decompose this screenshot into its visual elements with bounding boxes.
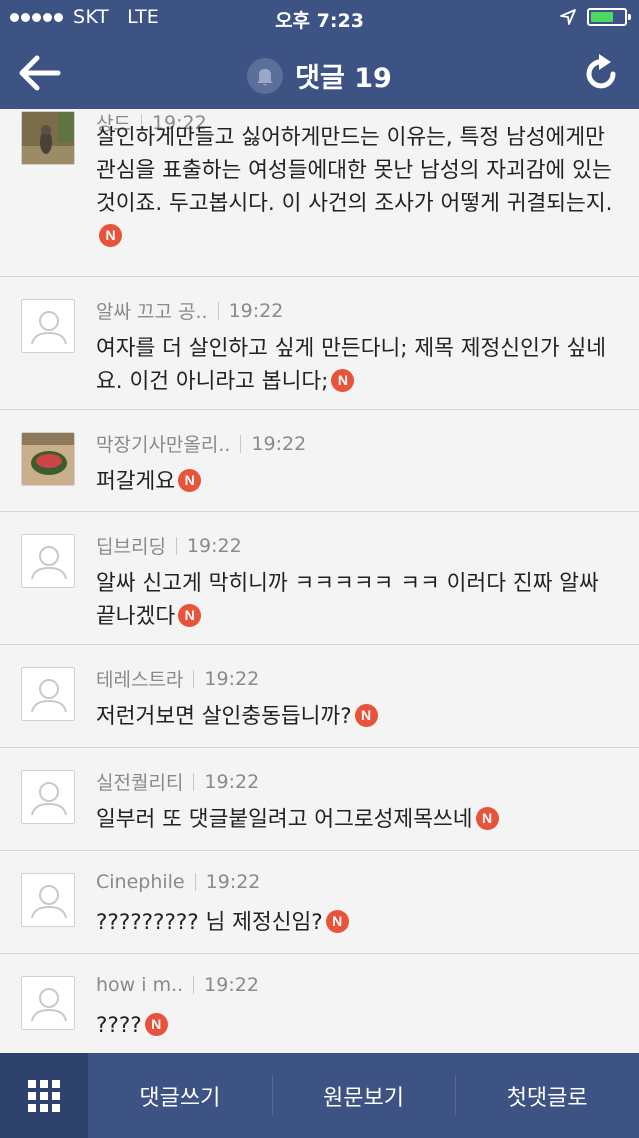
avatar[interactable]: [21, 299, 75, 353]
avatar[interactable]: [21, 534, 75, 588]
menu-grid-button[interactable]: [0, 1053, 88, 1138]
new-badge: N: [178, 468, 202, 492]
avatar[interactable]: [21, 667, 75, 721]
battery-icon: [587, 8, 631, 26]
status-time: 오후 7:23: [275, 10, 364, 32]
comment-time: 19:22: [204, 770, 260, 793]
status-bar: SKT LTE 오후 7:23: [0, 0, 639, 36]
comment-item: 막장기사만올리.. 19:22 퍼갈게요 N: [0, 410, 639, 512]
comment-item: 상드 19:22 살인하게만들고 싫어하게만드는 이유는, 특정 남성에게만 관심…: [0, 109, 639, 277]
comment-author[interactable]: 실전퀄리티: [96, 768, 183, 795]
comment-item: 딥브리딩 19:22 알싸 신고게 막히니까 ㅋㅋㅋㅋㅋ ㅋㅋ 이러다 진짜 알싸…: [0, 512, 639, 645]
bottom-toolbar: 댓글쓰기 원문보기 첫댓글로: [0, 1053, 639, 1138]
comment-item: Cinephile 19:22 ????????? 님 제정신임? N: [0, 851, 639, 954]
comment-author[interactable]: 알싸 끄고 공..: [96, 297, 208, 324]
comment-time: 19:22: [186, 534, 242, 557]
view-original-button[interactable]: 원문보기: [271, 1053, 456, 1138]
grid-icon: [28, 1079, 60, 1112]
comment-text: 일부러 또 댓글붙일려고 어그로성제목쓰네: [96, 807, 473, 832]
comment-text: ????: [96, 1013, 142, 1038]
comment-author[interactable]: how i m..: [96, 974, 183, 996]
page-title: 댓글 19: [295, 63, 392, 94]
comment-text: 저런거보면 살인충동듭니까?: [96, 704, 352, 729]
refresh-icon[interactable]: [583, 50, 621, 96]
comment-time: 19:22: [228, 299, 284, 322]
comment-time: 19:22: [204, 974, 259, 996]
app-header: SKT LTE 오후 7:23 댓글 19: [0, 0, 639, 109]
comment-author[interactable]: 막장기사만올리..: [96, 430, 230, 457]
new-badge: N: [178, 603, 202, 627]
new-badge: N: [99, 223, 122, 247]
new-badge: N: [475, 806, 499, 830]
comment-time: 19:22: [204, 667, 260, 690]
comment-text: ????????? 님 제정신임?: [96, 910, 323, 935]
location-arrow-icon: [560, 9, 576, 25]
avatar[interactable]: [21, 770, 75, 824]
first-comment-button[interactable]: 첫댓글로: [455, 1053, 639, 1138]
comment-text: 퍼갈게요: [96, 469, 176, 494]
comment-item: how i m.. 19:22 ???? N: [0, 954, 639, 1053]
new-badge: N: [325, 909, 349, 933]
navigation-bar: 댓글 19: [0, 36, 639, 109]
comment-item: 알싸 끄고 공.. 19:22 여자를 더 살인하고 싶게 만든다니; 제목 제정…: [0, 277, 639, 410]
new-badge: N: [331, 368, 355, 392]
comment-author[interactable]: 딥브리딩: [96, 532, 166, 559]
write-comment-button[interactable]: 댓글쓰기: [88, 1053, 272, 1138]
comment-time: 19:22: [251, 432, 307, 455]
comment-list[interactable]: 상드 19:22 살인하게만들고 싫어하게만드는 이유는, 특정 남성에게만 관심…: [0, 109, 639, 1053]
new-badge: N: [354, 703, 378, 727]
comment-text: 살인하게만들고 싫어하게만드는 이유는, 특정 남성에게만 관심을 표출하는 여…: [96, 125, 613, 216]
comment-text: 알싸 신고게 막히니까 ㅋㅋㅋㅋㅋ ㅋㅋ 이러다 진짜 알싸 끝나겠다: [96, 571, 599, 629]
comment-item: 실전퀄리티 19:22 일부러 또 댓글붙일려고 어그로성제목쓰네 N: [0, 748, 639, 851]
bell-icon[interactable]: [247, 57, 284, 94]
comment-author[interactable]: Cinephile: [96, 871, 185, 893]
comment-author[interactable]: 테레스트라: [96, 665, 183, 692]
avatar[interactable]: [21, 432, 75, 486]
comment-item: 테레스트라 19:22 저런거보면 살인충동듭니까? N: [0, 645, 639, 748]
avatar[interactable]: [21, 976, 75, 1030]
comment-time: 19:22: [205, 871, 261, 893]
new-badge: N: [144, 1012, 168, 1036]
avatar[interactable]: [21, 873, 75, 927]
avatar[interactable]: [21, 111, 75, 165]
